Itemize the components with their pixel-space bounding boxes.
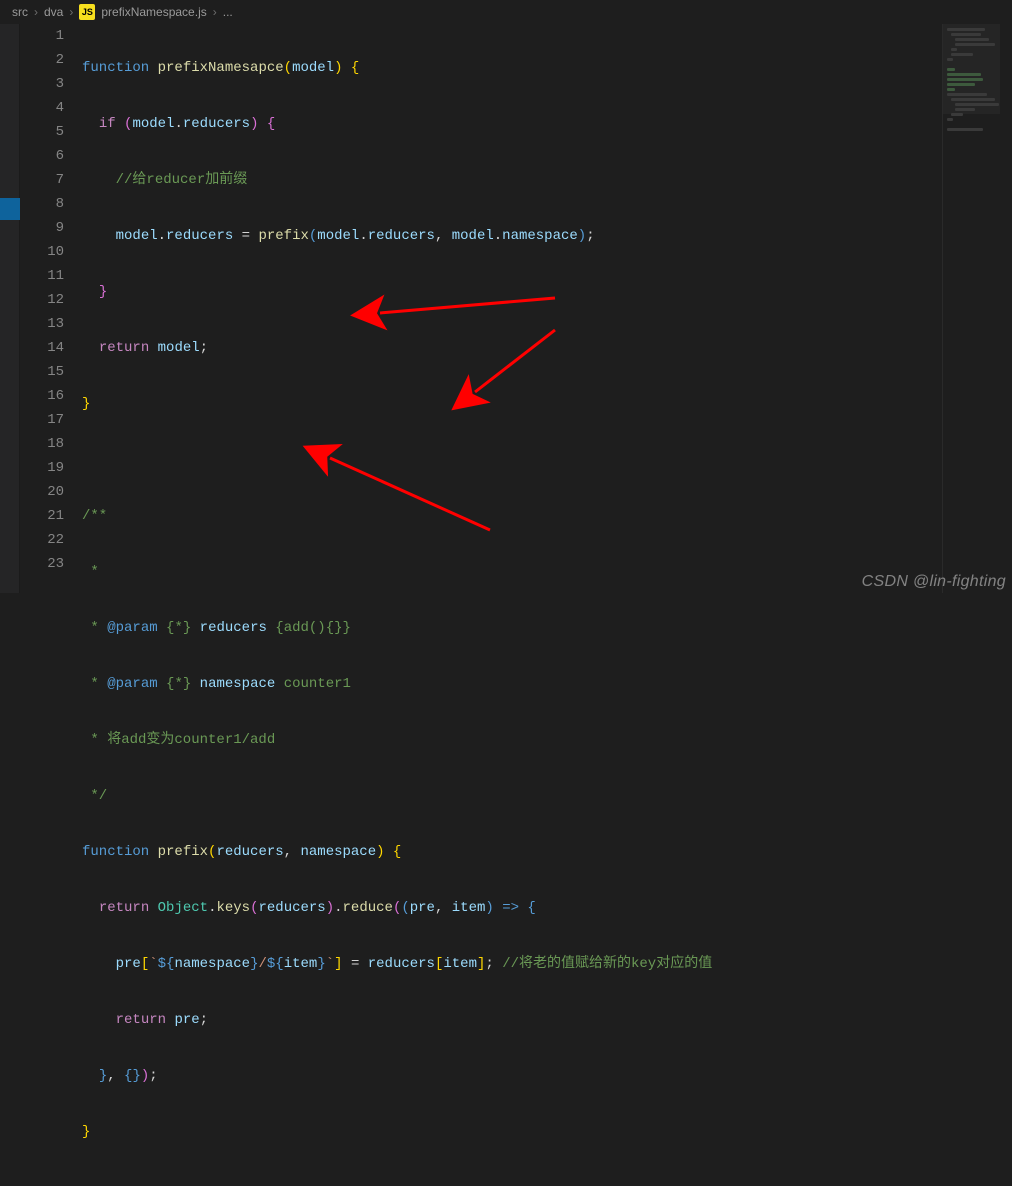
function-name: prefix — [158, 844, 208, 860]
breadcrumb-item[interactable]: prefixNamespace.js — [101, 5, 206, 19]
keyword: function — [82, 60, 149, 76]
line-number: 11 — [20, 264, 64, 288]
function-call: prefix — [258, 228, 308, 244]
line-number: 6 — [20, 144, 64, 168]
line-number: 17 — [20, 408, 64, 432]
keyword: return — [99, 340, 149, 356]
identifier: model — [116, 228, 158, 244]
jsdoc-tag: @param — [107, 676, 157, 692]
keyword: return — [116, 1012, 166, 1028]
line-number: 7 — [20, 168, 64, 192]
jsdoc: /** — [82, 508, 107, 524]
identifier: model — [317, 228, 359, 244]
param: reducers — [216, 844, 283, 860]
property: reducers — [166, 228, 233, 244]
identifier: item — [443, 956, 477, 972]
jsdoc-type: {*} — [166, 676, 191, 692]
line-number: 1 — [20, 24, 64, 48]
method: keys — [216, 900, 250, 916]
line-number: 15 — [20, 360, 64, 384]
code-area[interactable]: 1234567891011121314151617181920212223 fu… — [20, 24, 942, 593]
jsdoc-tag: @param — [107, 620, 157, 636]
line-number: 18 — [20, 432, 64, 456]
line-number: 22 — [20, 528, 64, 552]
activity-marker — [0, 198, 20, 220]
jsdoc: * 将add变为counter1/add — [82, 732, 275, 748]
param: pre — [410, 900, 435, 916]
line-number: 4 — [20, 96, 64, 120]
jsdoc-param: reducers — [200, 620, 267, 636]
line-number: 5 — [20, 120, 64, 144]
editor: 1234567891011121314151617181920212223 fu… — [0, 24, 1012, 593]
chevron-right-icon: › — [34, 5, 38, 19]
line-number: 23 — [20, 552, 64, 576]
line-number: 10 — [20, 240, 64, 264]
identifier: reducers — [258, 900, 325, 916]
template-var: item — [284, 956, 318, 972]
identifier: pre — [174, 1012, 199, 1028]
identifier: model — [132, 116, 174, 132]
breadcrumb-item[interactable]: src — [12, 5, 28, 19]
breadcrumb-item[interactable]: ... — [223, 5, 233, 19]
class-name: Object — [158, 900, 208, 916]
keyword: function — [82, 844, 149, 860]
chevron-right-icon: › — [69, 5, 73, 19]
jsdoc: * — [82, 564, 99, 580]
param: model — [292, 60, 334, 76]
line-number: 16 — [20, 384, 64, 408]
breadcrumb-item[interactable]: dva — [44, 5, 63, 19]
line-number: 14 — [20, 336, 64, 360]
param: namespace — [300, 844, 376, 860]
line-number: 8 — [20, 192, 64, 216]
comment: //将老的值赋给新的key对应的值 — [502, 956, 712, 972]
chevron-right-icon: › — [213, 5, 217, 19]
code-content[interactable]: function prefixNamesapce(model) { if (mo… — [82, 24, 942, 593]
identifier: reducers — [368, 956, 435, 972]
line-number: 21 — [20, 504, 64, 528]
jsdoc-param: namespace — [200, 676, 276, 692]
keyword: return — [99, 900, 149, 916]
line-number-gutter: 1234567891011121314151617181920212223 — [20, 24, 82, 593]
param: item — [452, 900, 486, 916]
line-number: 19 — [20, 456, 64, 480]
line-number: 9 — [20, 216, 64, 240]
property: namespace — [502, 228, 578, 244]
line-number: 3 — [20, 72, 64, 96]
line-number: 20 — [20, 480, 64, 504]
breadcrumb[interactable]: src › dva › JS prefixNamespace.js › ... — [0, 0, 1012, 24]
js-file-icon: JS — [79, 4, 95, 20]
minimap[interactable] — [942, 24, 1000, 593]
function-name: prefixNamesapce — [158, 60, 284, 76]
comment: //给reducer加前缀 — [116, 172, 248, 188]
line-number: 12 — [20, 288, 64, 312]
vertical-scrollbar[interactable] — [1000, 24, 1012, 593]
jsdoc-text: counter1 — [284, 676, 351, 692]
keyword: if — [99, 116, 116, 132]
jsdoc-type: {*} — [166, 620, 191, 636]
identifier: pre — [116, 956, 141, 972]
property: reducers — [183, 116, 250, 132]
identifier: model — [158, 340, 200, 356]
jsdoc-text: {add(){}} — [275, 620, 351, 636]
jsdoc: */ — [82, 788, 107, 804]
method: reduce — [343, 900, 393, 916]
template-var: namespace — [174, 956, 250, 972]
identifier: model — [452, 228, 494, 244]
property: reducers — [368, 228, 435, 244]
line-number: 2 — [20, 48, 64, 72]
activity-bar — [0, 24, 20, 593]
line-number: 13 — [20, 312, 64, 336]
